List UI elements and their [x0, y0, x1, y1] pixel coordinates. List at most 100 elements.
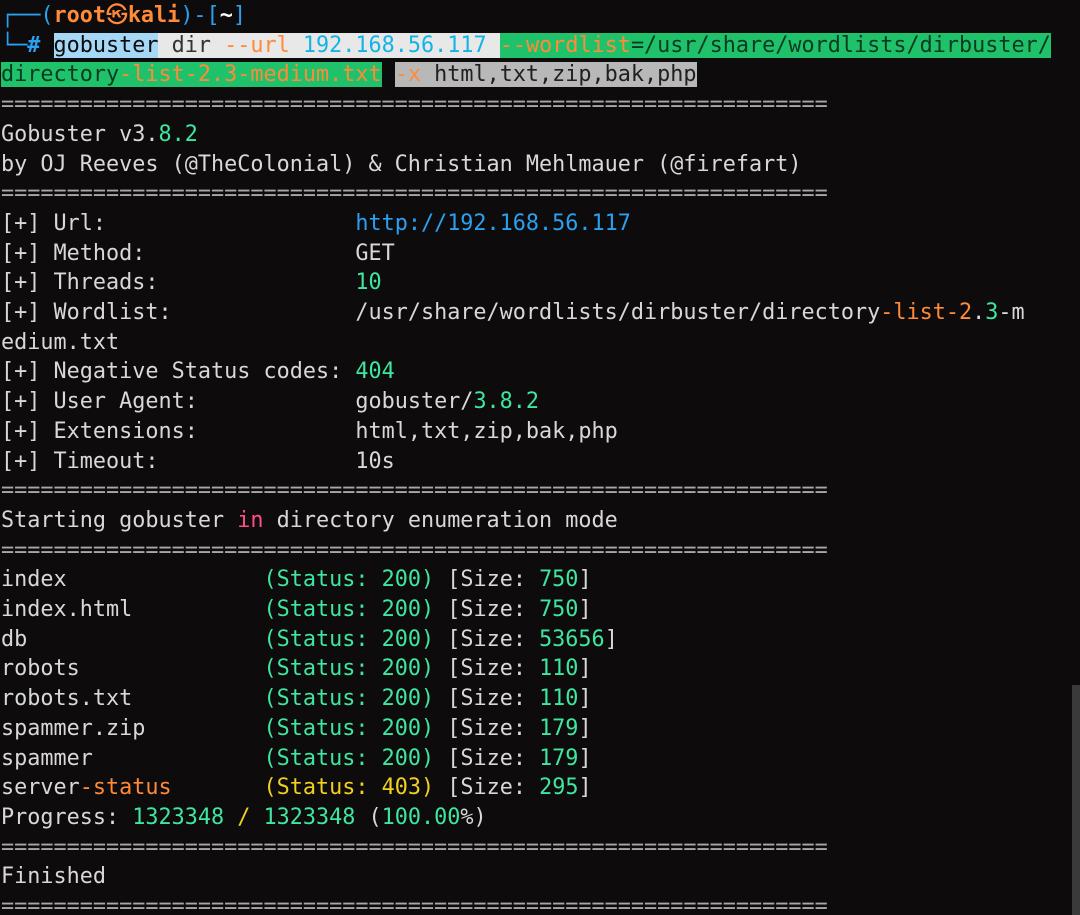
command-segment: gobuster [53, 32, 159, 58]
command-line[interactable]: └─# gobuster dir --url 192.168.56.117 --… [1, 31, 1051, 61]
output-segment: [+] User Agent: [1, 389, 356, 415]
output-line: Finished [1, 862, 106, 892]
terminal-window[interactable]: ┌──(root㉿kali)-[~] └─# gobuster dir --url… [0, 0, 1080, 915]
output-segment: ] [578, 775, 592, 801]
output-segment: [+] Extensions: [1, 418, 356, 444]
output-segment: [Size: [434, 567, 540, 593]
output-segment: 53656 [539, 626, 605, 652]
output-segment: [Size: [434, 656, 540, 682]
output-segment: ) [420, 567, 435, 593]
output-line: Gobuster v3.8.2 [1, 120, 198, 150]
output-segment: 750 [539, 597, 579, 622]
rule-text: ========================================… [1, 537, 828, 563]
output-segment: (Status: [263, 745, 382, 771]
output-segment: %) [460, 804, 487, 830]
output-segment: 404 [355, 359, 395, 385]
output-line: spammer.zip (Status: 200) [Size: 179] [1, 714, 592, 744]
rule-text: ========================================… [1, 894, 828, 915]
output-segment: 200 [381, 656, 421, 682]
output-segment: 179 [539, 715, 579, 741]
separator-rule: ========================================… [1, 90, 828, 120]
separator-rule: ========================================… [1, 892, 828, 915]
output-line: server-status (Status: 403) [Size: 295] [1, 773, 592, 803]
output-segment: /usr/share/wordlists/dirbuster/directory [355, 300, 881, 325]
output-segment: ) [420, 597, 435, 622]
output-segment: ] [604, 626, 618, 652]
prompt-hash: # [27, 32, 41, 58]
command-segment: --wordlist [499, 32, 631, 58]
output-segment: ) [420, 656, 435, 682]
output-segment: Progress: [1, 804, 133, 830]
command-segment [382, 62, 395, 87]
output-line: edium.txt [1, 328, 119, 358]
output-segment: (Status: [263, 626, 382, 652]
output-segment: ) [420, 626, 435, 652]
output-segment: [+] Threads: [1, 270, 356, 296]
output-segment: robots.txt [1, 686, 264, 712]
output-segment: 1323348 [132, 804, 225, 830]
output-segment: [+] Method: [1, 240, 356, 266]
output-segment: (Status: [263, 567, 382, 593]
output-line: robots (Status: 200) [Size: 110] [1, 654, 592, 684]
output-segment: -m [998, 300, 1025, 325]
output-line: spammer (Status: 200) [Size: 179] [1, 744, 592, 774]
output-segment: [+] Url: [1, 210, 356, 236]
output-line: [+] User Agent: gobuster/3.8.2 [1, 387, 539, 417]
prompt-corner: └─ [1, 32, 28, 58]
prompt-path: ~ [219, 3, 233, 28]
output-segment: ) [420, 775, 435, 801]
output-segment: 8.2 [158, 121, 198, 147]
prompt-frame: ┌──( [1, 3, 54, 28]
output-segment: 403 [381, 775, 421, 801]
output-segment: edium.txt [1, 329, 120, 355]
output-segment: ) [420, 745, 435, 771]
output-segment: [Size: [434, 715, 540, 741]
output-segment: index.html [1, 597, 264, 622]
output-segment: 179 [539, 745, 579, 771]
output-segment: db [1, 626, 264, 652]
output-segment: index [1, 567, 264, 593]
output-segment: 200 [381, 567, 421, 593]
command-segment: --url [224, 32, 290, 58]
output-segment: 200 [381, 626, 421, 652]
command-segment: -x [394, 62, 421, 88]
output-segment: by OJ Reeves (@TheColonial) & Christian … [1, 151, 802, 177]
output-line: Progress: 1323348 / 1323348 (100.00%) [1, 803, 487, 833]
output-line: [+] Negative Status codes: 404 [1, 357, 395, 387]
output-segment: 200 [381, 686, 421, 712]
output-line: robots.txt (Status: 200) [Size: 110] [1, 684, 592, 714]
output-segment: 3 [985, 300, 999, 325]
output-segment: [Size: [434, 775, 540, 801]
output-segment: 110 [539, 686, 579, 712]
output-line: [+] Threads: 10 [1, 268, 382, 298]
skull-icon: ㉿ [106, 3, 128, 28]
output-segment: (Status: [263, 775, 382, 801]
separator-rule: ========================================… [1, 536, 828, 566]
rule-text: ========================================… [1, 478, 828, 504]
output-segment: http://192.168.56.117 [355, 210, 631, 236]
output-segment: 2 [959, 300, 973, 325]
output-segment: 200 [381, 597, 421, 622]
output-segment: ] [578, 567, 592, 593]
separator-rule: ========================================… [1, 833, 828, 863]
output-line: Starting gobuster in directory enumerati… [1, 506, 618, 536]
prompt-host: kali [127, 3, 181, 28]
output-segment: 200 [381, 745, 421, 771]
output-segment: ) [420, 686, 435, 712]
command-line-wrap[interactable]: directory-list-2.3-medium.txt -x html,tx… [1, 60, 697, 90]
scrollbar-thumb[interactable] [1072, 685, 1080, 915]
output-line: [+] Method: GET [1, 239, 395, 269]
output-segment: 110 [539, 656, 579, 682]
output-segment: gobuster/ [355, 389, 474, 415]
output-segment: directory enumeration mode [263, 507, 618, 533]
output-segment: [Size: [434, 686, 540, 712]
output-segment: spammer [1, 745, 264, 771]
rule-text: ========================================… [1, 834, 828, 860]
output-line: [+] Url: http://192.168.56.117 [1, 209, 631, 239]
output-line: index (Status: 200) [Size: 750] [1, 565, 592, 595]
output-line: [+] Timeout: 10s [1, 447, 395, 477]
output-segment: [Size: [434, 745, 540, 771]
output-segment: 100.00 [381, 804, 461, 830]
output-segment: spammer.zip [1, 715, 264, 741]
